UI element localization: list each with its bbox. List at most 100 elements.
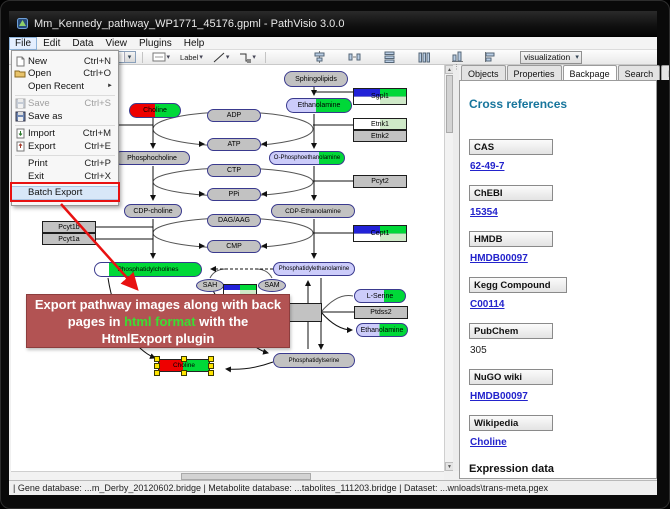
selection-handle[interactable] (181, 370, 187, 376)
section-title-cas: CAS (469, 139, 553, 155)
genebox-etnk1[interactable]: Etnk1 (353, 118, 407, 130)
selection-handle[interactable] (208, 356, 214, 362)
export-icon (12, 141, 28, 152)
line-tool-button[interactable]: ▾ (210, 51, 233, 64)
kegg-link[interactable]: C00114 (470, 299, 504, 310)
genebox-pcyt1b[interactable]: Pcyt1b (42, 221, 96, 233)
menu-data[interactable]: Data (66, 37, 99, 50)
hmdb-link[interactable]: HMDB00097 (470, 253, 528, 264)
node-adp[interactable]: ADP (207, 109, 261, 122)
menu-item-import[interactable]: Import Ctrl+M (12, 128, 118, 141)
node-ethanolamine[interactable]: Ethanolamine (286, 98, 352, 113)
distribute-horizontal-button[interactable] (345, 51, 364, 64)
status-text: | Gene database: ...m_Derby_20120602.bri… (13, 483, 548, 493)
node-dag-aag[interactable]: DAG/AAG (207, 214, 261, 227)
section-title-chebi: ChEBI (469, 185, 553, 201)
menu-item-print[interactable]: Print Ctrl+P (12, 158, 118, 171)
genebox-pcyt2[interactable]: Pcyt2 (353, 175, 407, 188)
node-sah[interactable]: SAH (196, 279, 224, 292)
align-bottom-button[interactable] (448, 51, 467, 64)
genebox-etnk2[interactable]: Etnk2 (353, 130, 407, 142)
align-center-button[interactable] (310, 51, 329, 64)
tab-legend[interactable]: Legend (661, 65, 670, 80)
cas-link[interactable]: 62-49-7 (470, 161, 504, 172)
canvas-vertical-scrollbar[interactable]: ▲ ▼ (444, 65, 453, 471)
node-sam[interactable]: SAM (258, 279, 286, 292)
connector-tool-button[interactable]: ▾ (236, 51, 259, 64)
selection-handle[interactable] (208, 370, 214, 376)
chevron-down-icon[interactable]: ▾ (124, 52, 135, 62)
import-icon (12, 128, 28, 139)
node-choline[interactable]: Choline (129, 103, 181, 118)
menu-plugins[interactable]: Plugins (133, 37, 178, 50)
node-phosphatidylethanolamine[interactable]: Phosphatidylethanolamine (273, 262, 355, 276)
genebox-sgpl1[interactable]: Sgpl1 (353, 88, 407, 105)
stack-vertical-button[interactable] (380, 51, 399, 64)
app-icon (17, 18, 28, 29)
line-tool-icon (213, 52, 225, 63)
label-tool-button[interactable]: Label ▾ (177, 51, 206, 64)
menu-item-export[interactable]: Export Ctrl+E (12, 140, 118, 153)
node-phosphatidylserine[interactable]: Phosphatidylserine (273, 353, 355, 368)
tab-backpage[interactable]: Backpage (563, 65, 617, 80)
menu-separator (15, 95, 115, 96)
selection-handle[interactable] (154, 363, 160, 369)
node-cmp[interactable]: CMP (207, 240, 261, 253)
menu-edit[interactable]: Edit (37, 37, 66, 50)
genebox-ptdss2[interactable]: Ptdss2 (354, 306, 408, 319)
node-phosphatidylcholines[interactable]: Phosphatidylcholines (94, 262, 202, 277)
menu-item-open[interactable]: Open Ctrl+O (12, 68, 118, 81)
backpage-section-kegg: Kegg Compound C00114 (469, 277, 656, 323)
selection-handle[interactable] (154, 356, 160, 362)
canvas-horizontal-scrollbar[interactable] (11, 471, 444, 480)
node-choline-selected[interactable]: Choline (154, 356, 214, 375)
genebox-unlabeled[interactable] (288, 303, 322, 322)
menu-item-exit[interactable]: Exit Ctrl+X (12, 170, 118, 183)
node-ctp[interactable]: CTP (207, 164, 261, 177)
menu-file[interactable]: File (9, 37, 37, 50)
section-title-wikipedia: Wikipedia (469, 415, 553, 431)
horizontal-scroll-thumb[interactable] (181, 473, 311, 480)
menu-separator (15, 125, 115, 126)
vertical-scroll-thumb[interactable] (446, 75, 453, 133)
menu-item-new[interactable]: New Ctrl+N (12, 55, 118, 68)
menu-help[interactable]: Help (178, 37, 211, 50)
node-ppi[interactable]: PPi (207, 188, 261, 201)
genebox-pcyt1a[interactable]: Pcyt1a (42, 233, 96, 245)
menu-separator (15, 155, 115, 156)
tab-properties[interactable]: Properties (507, 65, 562, 80)
align-center-icon (313, 51, 326, 63)
tab-search[interactable]: Search (618, 65, 661, 80)
node-o-phosphoethanolamine[interactable]: O-Phosphoethanolamine (269, 151, 345, 165)
align-left-button[interactable] (481, 51, 500, 64)
wikipedia-link[interactable]: Choline (470, 437, 507, 448)
genebox-cept1[interactable]: Cept1 (353, 225, 407, 242)
toolbar-separator (142, 52, 143, 63)
open-folder-icon (12, 68, 28, 79)
callout-line1: Export pathway images along with back (35, 296, 281, 313)
visualization-combobox[interactable]: visualization ▾ (520, 51, 582, 64)
node-l-serine[interactable]: L-Serine (354, 289, 406, 303)
node-phosphocholine[interactable]: Phosphocholine (114, 151, 190, 165)
menu-item-open-recent[interactable]: Open Recent ► (12, 80, 118, 93)
save-icon (12, 98, 28, 109)
tab-objects[interactable]: Objects (461, 65, 506, 80)
selection-handle[interactable] (154, 370, 160, 376)
align-left-icon (484, 51, 497, 63)
callout-line3: HtmlExport plugin (102, 330, 215, 347)
selection-handle[interactable] (208, 363, 214, 369)
gene-datanode-tool-button[interactable]: ▾ (149, 51, 174, 64)
node-atp[interactable]: ATP (207, 138, 261, 151)
chebi-link[interactable]: 15354 (470, 207, 498, 218)
node-sphingolipids[interactable]: Sphingolipids (284, 71, 348, 87)
node-cdp-choline[interactable]: CDP-choline (124, 204, 182, 218)
node-cdp-ethanolamine[interactable]: CDP-Ethanolamine (271, 204, 355, 218)
nugo-link[interactable]: HMDB00097 (470, 391, 528, 402)
node-ethanolamine-2[interactable]: Ethanolamine (356, 323, 408, 337)
menu-item-save[interactable]: Save Ctrl+S (12, 98, 118, 111)
distribute-horizontal-icon (348, 51, 361, 63)
menu-item-save-as[interactable]: Save as (12, 110, 118, 123)
selection-handle[interactable] (181, 356, 187, 362)
menu-view[interactable]: View (99, 37, 133, 50)
stack-horizontal-button[interactable] (415, 51, 434, 64)
